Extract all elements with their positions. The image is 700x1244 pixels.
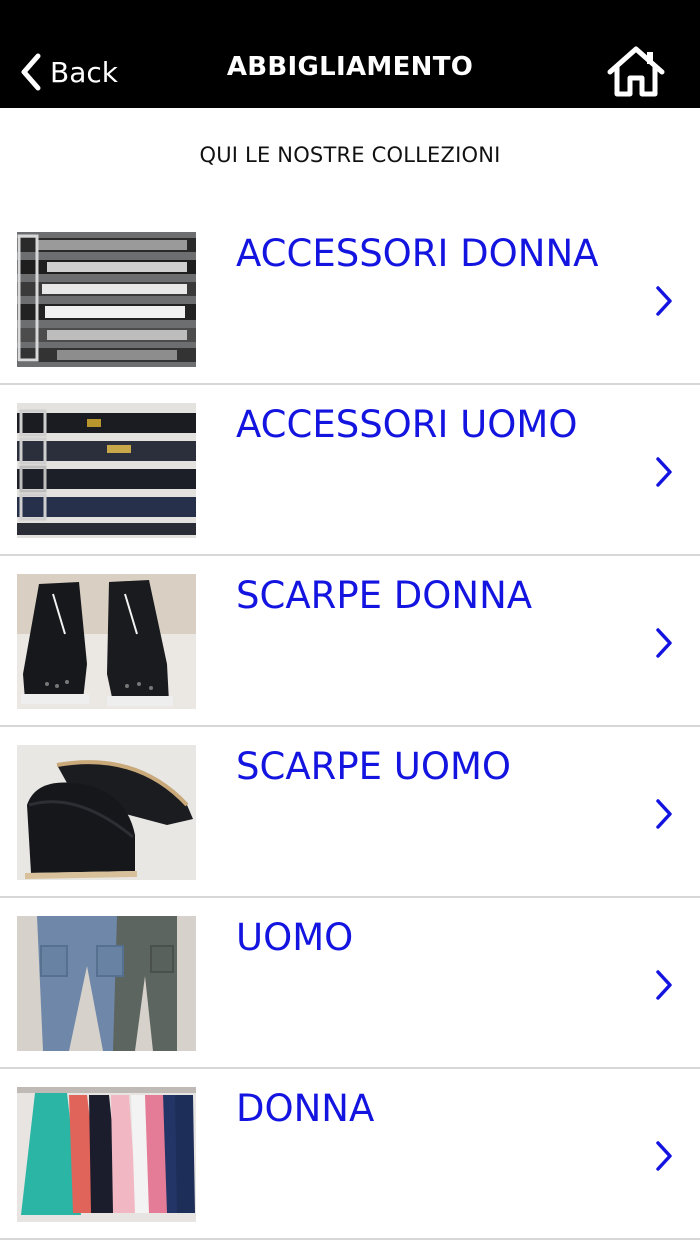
collections-list: ACCESSORI DONNA ACCESSORI UOMO SCARPE DO… [0,214,700,1240]
collection-label: UOMO [236,916,354,959]
navigation-bar: Back ABBIGLIAMENTO [0,0,700,108]
collections-subtitle: QUI LE NOSTRE COLLEZIONI [199,143,501,167]
collection-label: SCARPE UOMO [236,745,512,788]
chevron-right-icon [654,284,674,318]
chevron-right-icon [654,968,674,1002]
collection-row-scarpe-uomo[interactable]: SCARPE UOMO [0,727,700,898]
collection-label: SCARPE DONNA [236,574,533,617]
chevron-right-icon [654,1139,674,1173]
chevron-right-icon [654,626,674,660]
women-sneakers-thumbnail [17,574,196,709]
collection-row-accessori-donna[interactable]: ACCESSORI DONNA [0,214,700,385]
page-title: ABBIGLIAMENTO [226,52,474,82]
home-button[interactable] [606,44,666,98]
collection-row-scarpe-donna[interactable]: SCARPE DONNA [0,556,700,727]
chevron-right-icon [654,455,674,489]
home-icon [607,46,665,97]
women-belts-thumbnail [17,232,196,367]
chevron-right-icon [654,797,674,831]
women-dresses-thumbnail [17,1087,196,1222]
collection-row-accessori-uomo[interactable]: ACCESSORI UOMO [0,385,700,556]
collection-label: ACCESSORI DONNA [236,232,599,275]
collection-row-donna[interactable]: DONNA [0,1069,700,1240]
men-loafers-thumbnail [17,745,196,880]
collection-label: DONNA [236,1087,375,1130]
collection-label: ACCESSORI UOMO [236,403,578,446]
collection-row-uomo[interactable]: UOMO [0,898,700,1069]
men-cargo-pants-thumbnail [17,916,196,1051]
men-belts-thumbnail [17,403,196,538]
